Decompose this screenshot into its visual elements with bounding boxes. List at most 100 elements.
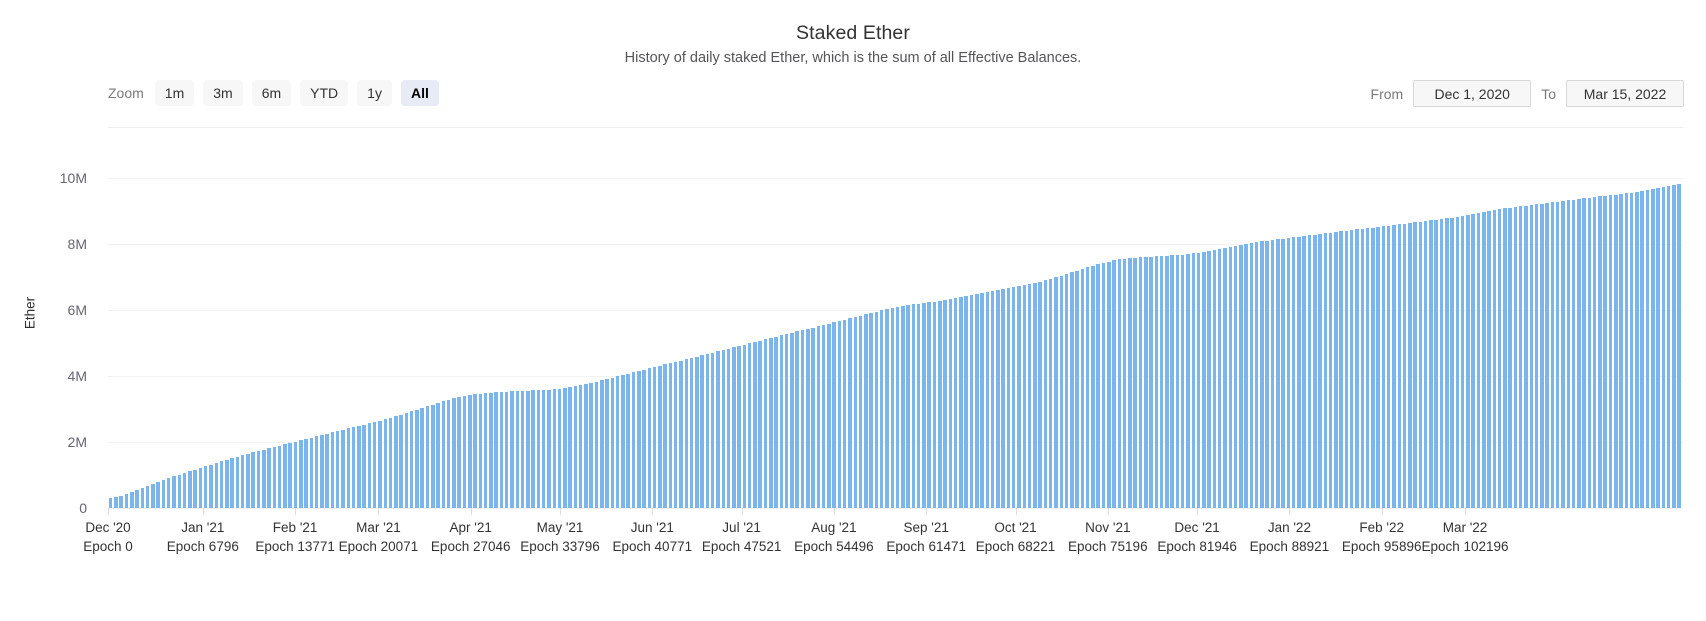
bar[interactable] (1048, 278, 1053, 508)
bar[interactable] (705, 353, 710, 508)
bar[interactable] (938, 300, 942, 508)
bar[interactable] (1233, 245, 1238, 508)
bar[interactable] (1555, 201, 1560, 508)
bar[interactable] (853, 316, 858, 508)
bar[interactable] (589, 382, 593, 508)
from-date-input[interactable]: Dec 1, 2020 (1413, 80, 1532, 107)
bar[interactable] (1534, 204, 1539, 508)
bar[interactable] (1249, 243, 1254, 508)
bar[interactable] (1038, 281, 1042, 508)
bar[interactable] (288, 443, 292, 508)
bar[interactable] (1392, 224, 1396, 508)
bar[interactable] (1186, 253, 1190, 508)
bar[interactable] (932, 301, 937, 508)
bar[interactable] (1656, 187, 1660, 508)
bar[interactable] (1165, 255, 1169, 508)
bar[interactable] (732, 347, 736, 508)
bar[interactable] (240, 454, 245, 508)
bar[interactable] (246, 453, 250, 508)
bar[interactable] (114, 497, 118, 508)
bar[interactable] (1672, 184, 1676, 508)
bar[interactable] (1286, 238, 1291, 508)
bar[interactable] (341, 429, 345, 508)
bar[interactable] (615, 376, 620, 508)
bar[interactable] (747, 343, 752, 508)
bar[interactable] (563, 387, 567, 508)
bar[interactable] (299, 440, 303, 508)
bar[interactable] (478, 393, 483, 508)
bar[interactable] (1117, 259, 1122, 508)
bar[interactable] (1070, 272, 1074, 508)
bar[interactable] (1497, 209, 1502, 508)
bar[interactable] (262, 449, 266, 508)
bar[interactable] (600, 380, 604, 508)
bar[interactable] (504, 391, 509, 508)
range-button-3m[interactable]: 3m (203, 80, 243, 106)
bar[interactable] (1054, 277, 1058, 508)
bar[interactable] (357, 425, 361, 508)
bar[interactable] (795, 331, 799, 508)
bar[interactable] (394, 416, 398, 508)
range-button-6m[interactable]: 6m (251, 80, 292, 106)
bar[interactable] (277, 445, 282, 508)
bar[interactable] (409, 411, 414, 508)
bar[interactable] (916, 303, 921, 508)
bar[interactable] (1360, 228, 1365, 508)
bar[interactable] (1418, 221, 1423, 508)
bar[interactable] (378, 420, 382, 508)
bar[interactable] (1513, 207, 1518, 508)
bar[interactable] (848, 318, 852, 508)
bar[interactable] (1577, 199, 1581, 508)
bar[interactable] (1455, 216, 1460, 508)
bar[interactable] (1027, 283, 1032, 508)
bar[interactable] (769, 338, 773, 508)
bar[interactable] (964, 295, 968, 508)
bar[interactable] (499, 391, 504, 508)
bar[interactable] (251, 452, 255, 508)
bar[interactable] (214, 463, 219, 508)
bar[interactable] (108, 498, 113, 508)
bar[interactable] (758, 340, 762, 508)
bar[interactable] (1244, 244, 1248, 508)
bar[interactable] (837, 320, 842, 508)
bar[interactable] (145, 486, 150, 508)
bar[interactable] (594, 381, 599, 508)
bar[interactable] (1645, 189, 1650, 508)
bar[interactable] (1101, 262, 1106, 508)
bar[interactable] (1661, 186, 1666, 508)
bar[interactable] (573, 386, 578, 508)
bar[interactable] (1144, 256, 1148, 508)
bar[interactable] (283, 444, 287, 508)
bar[interactable] (1228, 246, 1233, 508)
bar[interactable] (1598, 196, 1602, 508)
bar[interactable] (1376, 226, 1380, 508)
bar[interactable] (832, 322, 836, 508)
bar[interactable] (647, 368, 652, 508)
bar[interactable] (605, 378, 609, 508)
bar[interactable] (404, 412, 409, 508)
bar[interactable] (1191, 253, 1196, 508)
bar[interactable] (1133, 257, 1137, 508)
bar[interactable] (1328, 232, 1333, 508)
bar[interactable] (1619, 193, 1623, 508)
bar[interactable] (816, 326, 821, 508)
bar[interactable] (1291, 237, 1296, 508)
bar[interactable] (642, 369, 646, 508)
bar[interactable] (1434, 219, 1438, 508)
bar[interactable] (256, 450, 261, 508)
bar[interactable] (124, 494, 129, 508)
to-date-input[interactable]: Mar 15, 2022 (1566, 80, 1684, 107)
bar[interactable] (663, 364, 667, 508)
bar[interactable] (784, 334, 789, 508)
bar[interactable] (1592, 197, 1597, 508)
bar[interactable] (1270, 240, 1275, 508)
bar[interactable] (610, 377, 615, 508)
bar[interactable] (1471, 213, 1475, 508)
bar[interactable] (1313, 234, 1317, 508)
bar[interactable] (272, 446, 277, 508)
bar[interactable] (1339, 231, 1343, 508)
bar[interactable] (790, 332, 794, 508)
bar[interactable] (1080, 269, 1085, 508)
bar[interactable] (1254, 242, 1259, 508)
bar[interactable] (531, 390, 535, 508)
